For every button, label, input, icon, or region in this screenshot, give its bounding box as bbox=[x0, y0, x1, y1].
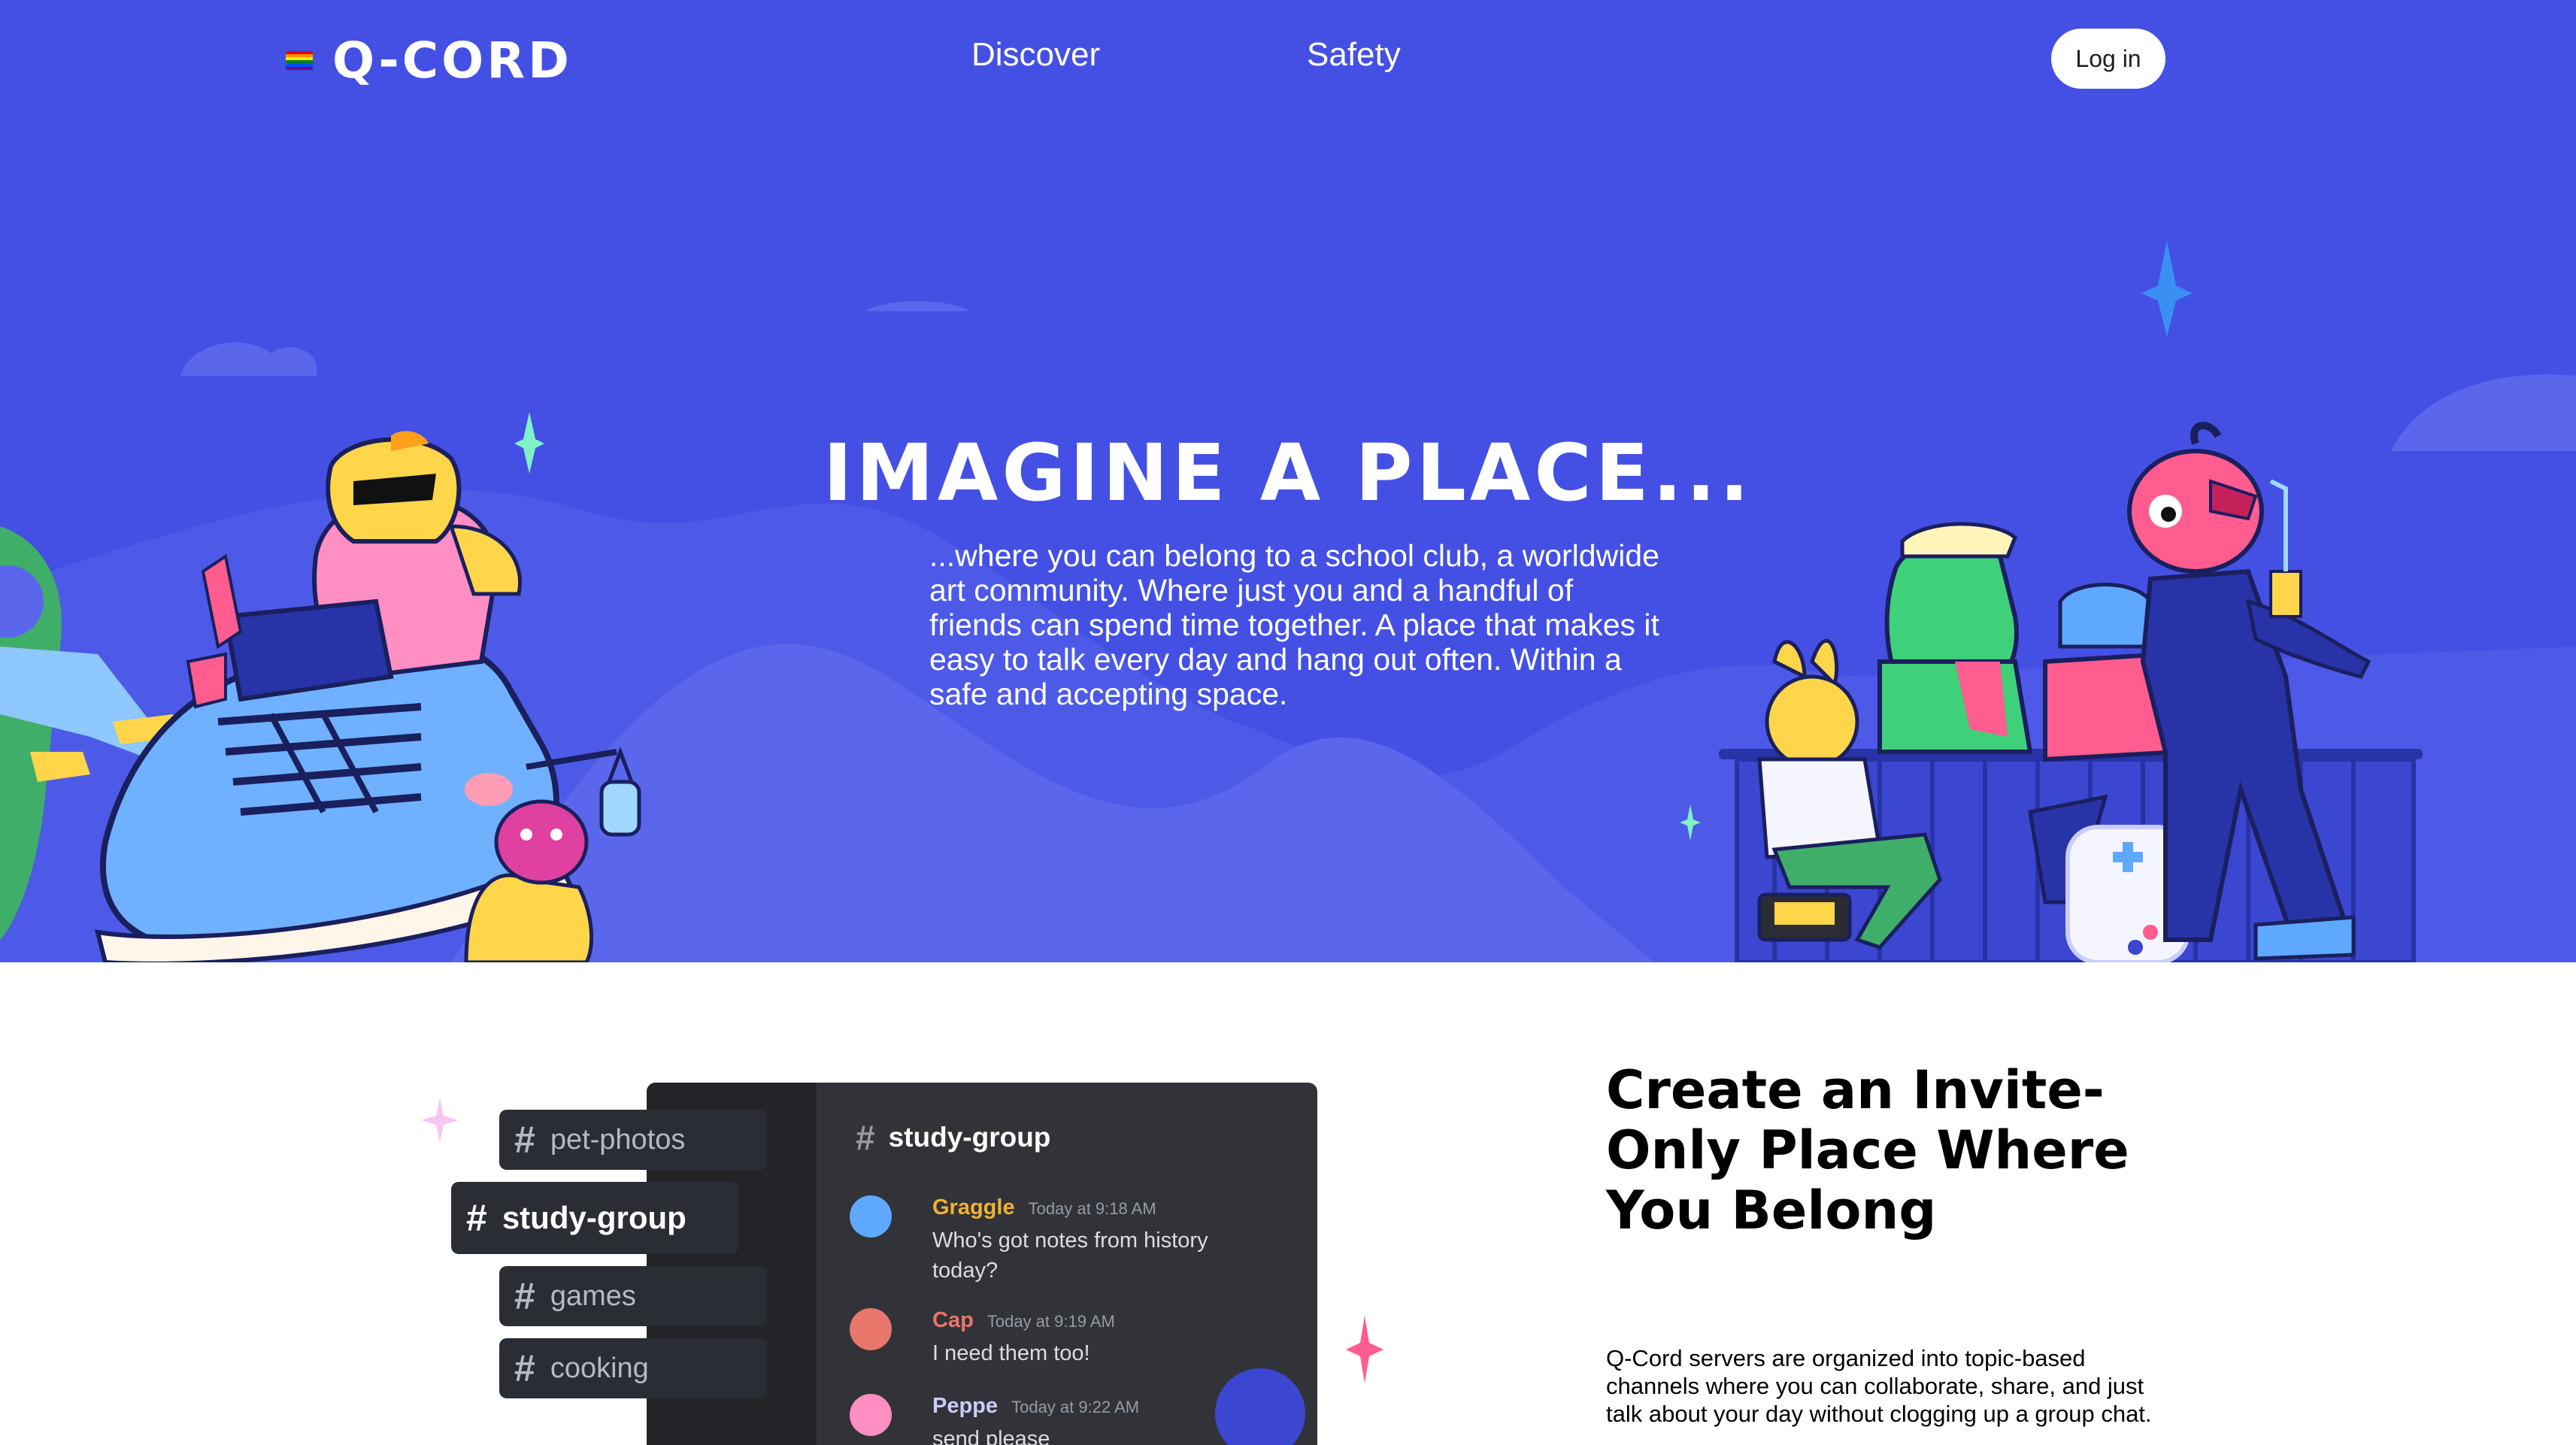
channel-label: cooking bbox=[550, 1352, 649, 1384]
channel-label: pet-photos bbox=[550, 1123, 686, 1156]
channel-item-cooking[interactable]: # cooking bbox=[499, 1338, 767, 1398]
hash-icon: # bbox=[514, 1347, 535, 1389]
login-button[interactable]: Log in bbox=[2051, 29, 2165, 89]
chat-header: # study-group bbox=[856, 1117, 1050, 1158]
pride-flag-icon bbox=[286, 50, 313, 71]
brand-logo[interactable]: Q-CORD bbox=[286, 32, 572, 89]
message-author: Graggle bbox=[932, 1195, 1015, 1219]
hero-title: IMAGINE A PLACE... bbox=[823, 427, 1753, 519]
hash-icon: # bbox=[514, 1119, 535, 1161]
brand-name: Q-CORD bbox=[332, 32, 572, 89]
sparkle-icon bbox=[2141, 241, 2193, 337]
hash-icon: # bbox=[856, 1118, 875, 1157]
channel-item-games[interactable]: # games bbox=[499, 1266, 767, 1326]
hash-icon: # bbox=[466, 1197, 487, 1239]
hero-section: Q-CORD Discover Safety Log in IMAGINE A … bbox=[0, 0, 2576, 962]
sparkle-icon bbox=[421, 1098, 459, 1143]
channel-label: games bbox=[550, 1280, 636, 1312]
message-author: Cap bbox=[932, 1308, 974, 1332]
message-time: Today at 9:19 AM bbox=[986, 1312, 1115, 1331]
channel-item-pet-photos[interactable]: # pet-photos bbox=[499, 1110, 767, 1170]
message-text: I need them too! bbox=[932, 1341, 1090, 1365]
nav-link-discover[interactable]: Discover bbox=[971, 36, 1100, 74]
sparkle-icon bbox=[1346, 1316, 1383, 1383]
message-text: Who's got notes from history today? bbox=[932, 1228, 1208, 1283]
message-time: Today at 9:18 AM bbox=[1028, 1199, 1156, 1218]
hash-icon: # bbox=[514, 1275, 535, 1317]
avatar bbox=[1215, 1368, 1305, 1445]
hero-description: ...where you can belong to a school club… bbox=[929, 538, 1659, 711]
feature-title: Create an Invite-Only Place Where You Be… bbox=[1606, 1059, 2129, 1241]
nav-link-safety[interactable]: Safety bbox=[1307, 36, 1401, 74]
avatar bbox=[850, 1308, 892, 1350]
channel-label: study-group bbox=[502, 1200, 686, 1235]
feature-description: Q-Cord servers are organized into topic-… bbox=[1606, 1345, 2152, 1427]
avatar bbox=[850, 1394, 892, 1436]
message-time: Today at 9:22 AM bbox=[1011, 1398, 1140, 1416]
avatar bbox=[850, 1195, 892, 1237]
channel-item-study-group[interactable]: # study-group bbox=[451, 1182, 738, 1254]
chat-channel-name: study-group bbox=[888, 1122, 1051, 1153]
message-text: send please bbox=[932, 1427, 1050, 1445]
message-author: Peppe bbox=[932, 1394, 999, 1418]
